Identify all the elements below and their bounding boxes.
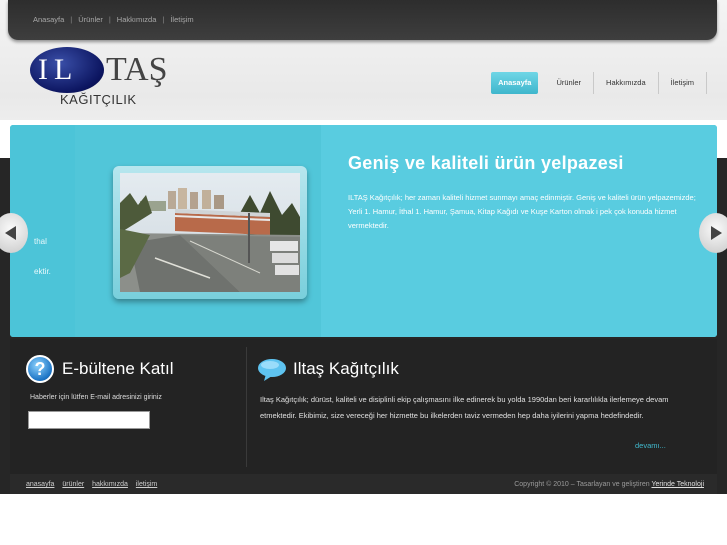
top-bar: Anasayfa | Ürünler | Hakkımızda | İletişim xyxy=(8,0,717,40)
top-nav-contact[interactable]: İletişim xyxy=(170,15,193,24)
about-text: Iltaş Kağıtçılık; dürüst, kaliteli ve di… xyxy=(260,395,669,420)
featured-slider: thal ektir. Geniş ve kaliteli ürün yelpa… xyxy=(10,125,717,337)
copyright-text: Copyright © 2010 – Tasarlayan ve gelişti… xyxy=(514,481,650,488)
slide-description: ILTAŞ Kağıtçılık; her zaman kaliteli hiz… xyxy=(348,193,696,230)
read-more-link[interactable]: devamı... xyxy=(635,441,666,450)
factory-photo xyxy=(120,173,300,292)
top-nav-products[interactable]: Ürünler xyxy=(78,15,103,24)
info-section: ? E-bültene Katıl Haberler için lütfen E… xyxy=(10,339,717,474)
previous-slide-text: thal xyxy=(34,237,47,246)
arrow-left-glyph xyxy=(5,226,16,240)
logo-name: TAŞ xyxy=(106,51,168,88)
about-title: Iltaş Kağıtçılık xyxy=(293,359,399,378)
top-nav-home[interactable]: Anasayfa xyxy=(33,15,64,24)
top-nav-separator: | xyxy=(108,15,111,24)
newsletter-email-input[interactable] xyxy=(28,411,150,429)
main-nav-home[interactable]: Anasayfa xyxy=(491,72,539,94)
main-nav-contact[interactable]: İletişim xyxy=(657,72,706,94)
top-nav-separator: | xyxy=(70,15,73,24)
footer-link-products[interactable]: ürünler xyxy=(62,481,84,488)
newsletter-label: Haberler için lütfen E-mail adresinizi g… xyxy=(30,394,162,401)
slide-photo-frame xyxy=(113,166,307,299)
footer-link-about[interactable]: hakkımızda xyxy=(92,481,128,488)
newsletter-title: E-bültene Katıl xyxy=(62,359,174,378)
previous-slide-text: ektir. xyxy=(34,267,51,276)
main-nav-end-divider xyxy=(706,72,707,94)
logo-subtitle: KAĞITÇILIK xyxy=(60,92,137,107)
question-icon-glyph: ? xyxy=(34,359,46,379)
arrow-right-glyph xyxy=(711,226,722,240)
arrow-right-icon[interactable] xyxy=(699,213,727,253)
developer-link[interactable]: Yerinde Teknoloji xyxy=(651,481,704,488)
slide-title: Geniş ve kaliteli ürün yelpazesi xyxy=(348,153,624,173)
footer-link-home[interactable]: anasayfa xyxy=(26,481,54,488)
main-nav-products[interactable]: Ürünler xyxy=(544,72,593,94)
site-logo[interactable]: IL TAŞ KAĞITÇILIK xyxy=(28,45,168,111)
section-divider xyxy=(246,347,247,467)
logo-letters: IL xyxy=(38,53,79,86)
main-nav: Anasayfa Ürünler Hakkımızda İletişim xyxy=(491,72,707,94)
copyright-notice: Copyright © 2010 – Tasarlayan ve gelişti… xyxy=(514,481,704,488)
footer-nav: anasayfa ürünler hakkımızda iletişim xyxy=(26,481,163,488)
top-nav-about[interactable]: Hakkımızda xyxy=(117,15,157,24)
footer-link-contact[interactable]: iletişim xyxy=(136,481,157,488)
speech-bubble-icon xyxy=(257,359,287,381)
top-nav-separator: | xyxy=(162,15,165,24)
main-nav-about[interactable]: Hakkımızda xyxy=(593,72,658,94)
top-nav: Anasayfa | Ürünler | Hakkımızda | İletişim xyxy=(33,15,194,24)
footer: anasayfa ürünler hakkımızda iletişim Cop… xyxy=(10,474,717,494)
question-icon: ? xyxy=(26,355,54,383)
